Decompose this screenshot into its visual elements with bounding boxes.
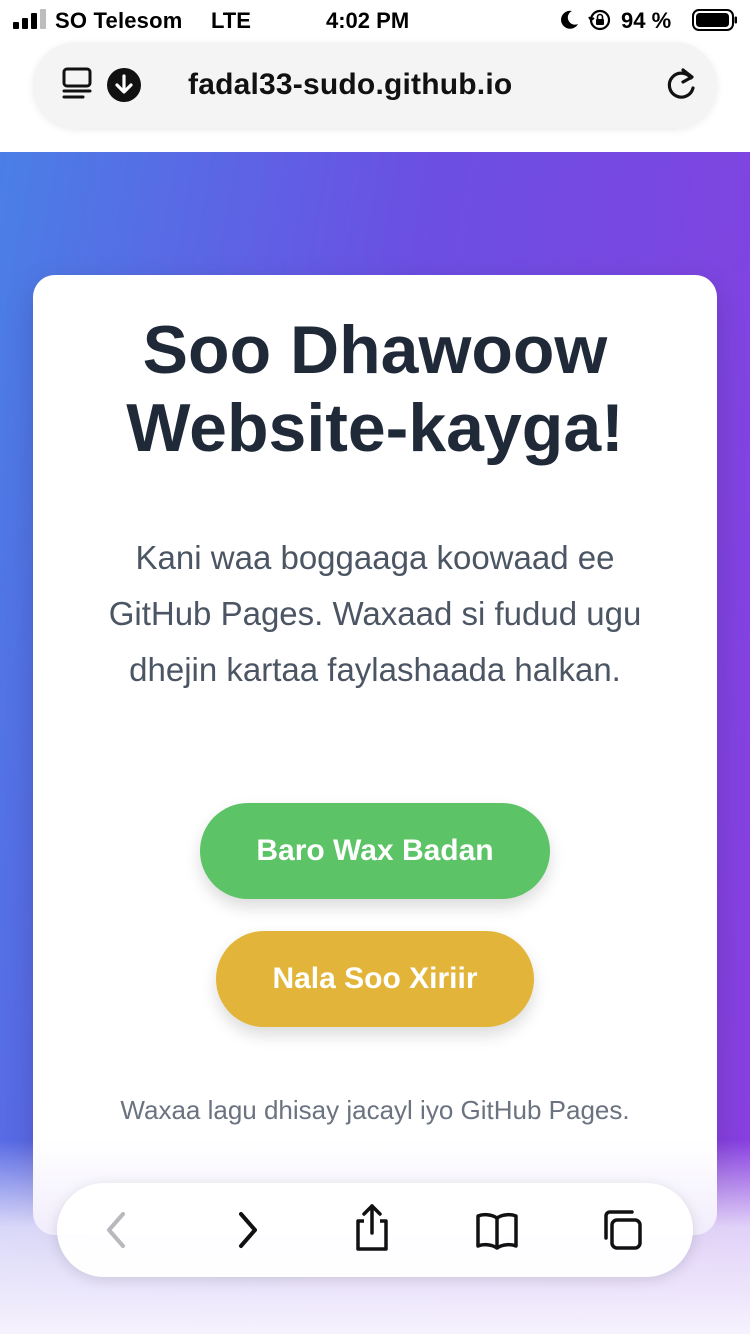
battery-icon (692, 9, 737, 31)
status-bar: SO Telesom LTE 4:02 PM 94 % (0, 0, 750, 40)
learn-more-button[interactable]: Baro Wax Badan (200, 803, 550, 899)
orientation-lock-icon (588, 9, 611, 31)
battery-percent: 94 % (621, 8, 672, 33)
footer-text: Waxaa lagu dhisay jacayl iyo GitHub Page… (120, 1095, 630, 1125)
address-bar[interactable]: fadal33-sudo.github.io (33, 42, 717, 128)
browser-toolbar (57, 1183, 693, 1277)
url-text[interactable]: fadal33-sudo.github.io (188, 68, 588, 102)
contact-button[interactable]: Nala Soo Xiriir (216, 931, 534, 1027)
moon-icon (561, 10, 578, 29)
reader-icon[interactable] (61, 66, 95, 102)
welcome-card: Soo Dhawoow Website-kayga! Kani waa bogg… (33, 275, 717, 1235)
download-icon[interactable] (106, 67, 142, 103)
status-time: 4:02 PM (326, 8, 410, 33)
page-title: Soo Dhawoow Website-kayga! (126, 312, 624, 466)
carrier-name: SO Telesom (55, 8, 183, 33)
bookmarks-icon[interactable] (475, 1208, 519, 1252)
tabs-icon[interactable] (600, 1208, 644, 1252)
signal-icon (13, 9, 46, 29)
network-type: LTE (211, 8, 251, 33)
reload-icon[interactable] (663, 66, 699, 104)
forward-icon[interactable] (225, 1208, 269, 1252)
share-icon[interactable] (350, 1203, 394, 1253)
back-icon[interactable] (95, 1208, 139, 1252)
intro-text: Kani waa boggaaga koowaad ee GitHub Page… (108, 539, 642, 688)
